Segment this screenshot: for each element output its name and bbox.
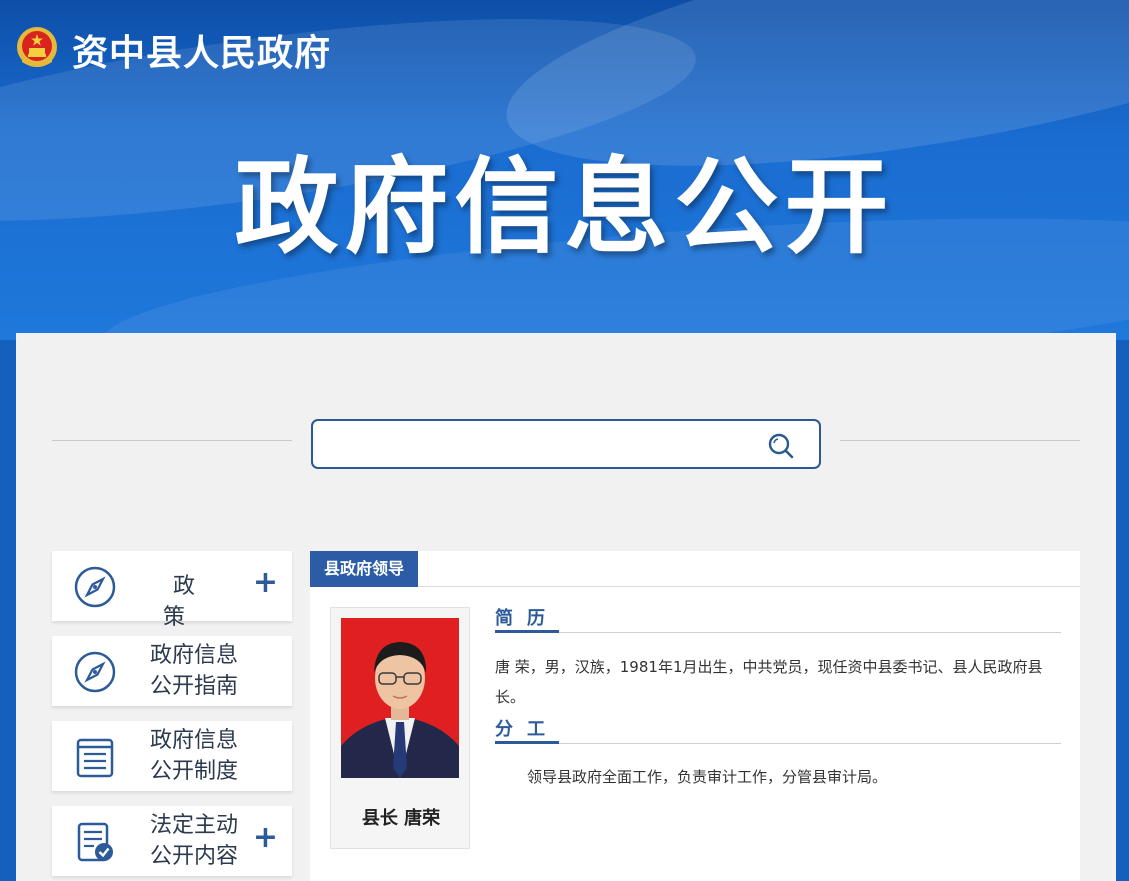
sidebar-item-system[interactable]: 政府信息 公开制度 (52, 721, 292, 791)
sidebar-item-policy[interactable]: 政策 + (52, 551, 292, 630)
portrait-image (341, 618, 459, 778)
resume-text: 唐 荣，男，汉族，1981年1月出生，中共党员，现任资中县委书记、县人民政府县长… (495, 658, 1043, 706)
document-list-icon (76, 738, 114, 778)
sidebar-item-label: 政府信息 公开指南 (132, 640, 256, 702)
compass-icon (74, 566, 116, 608)
header-banner: 资中县人民政府 政府信息公开 (0, 0, 1129, 340)
national-emblem-icon (17, 27, 57, 67)
page-title: 政府信息公开 (234, 146, 895, 268)
compass-icon (74, 651, 116, 693)
expand-icon[interactable]: + (253, 568, 278, 598)
sidebar-item-label: 法定主动 公开内容 (132, 810, 256, 872)
sidebar-item-label: 政策 (162, 574, 235, 630)
search-input[interactable] (327, 429, 747, 459)
leader-card[interactable]: 县长 唐荣 (330, 607, 470, 849)
duty-heading: 分工 (495, 720, 1061, 744)
search-icon[interactable] (767, 432, 795, 460)
document-check-icon (77, 822, 113, 862)
divider (52, 440, 292, 441)
sidebar-item-label: 政府信息 公开制度 (132, 725, 256, 787)
label-line: 公开指南 (149, 674, 238, 699)
label-line: 政府信息 (149, 728, 238, 753)
duty-text: 领导县政府全面工作，负责审计工作，分管县审计局。 (527, 768, 888, 786)
expand-icon[interactable]: + (253, 823, 278, 853)
resume-heading: 简历 (495, 609, 1061, 633)
label-line: 公开内容 (149, 844, 238, 869)
tab-bar: 县政府领导 (310, 551, 1080, 587)
section-title: 简历 (495, 609, 559, 633)
sidebar-item-statutory[interactable]: 法定主动 公开内容 + (52, 806, 292, 876)
label-line: 法定主动 (149, 813, 238, 838)
tab-county-leaders[interactable]: 县政府领导 (310, 551, 419, 587)
main-panel: 政策 + 政府信息 公开指南 政府信息 公开制度 法定主动 公开内容 + 县政府… (16, 333, 1116, 881)
leader-photo (341, 618, 459, 778)
leader-content: 县政府领导 县长 唐荣 简历 唐 荣，男，汉族，1981年1月出生，中共党员，现… (310, 551, 1080, 881)
label-line: 政府信息 (149, 643, 238, 668)
search-box (311, 419, 821, 469)
section-title: 分工 (495, 720, 559, 744)
divider (840, 440, 1080, 441)
site-title[interactable]: 资中县人民政府 (72, 24, 331, 76)
leader-caption: 县长 唐荣 (361, 808, 441, 829)
sidebar-item-guide[interactable]: 政府信息 公开指南 (52, 636, 292, 706)
label-line: 公开制度 (149, 759, 238, 784)
